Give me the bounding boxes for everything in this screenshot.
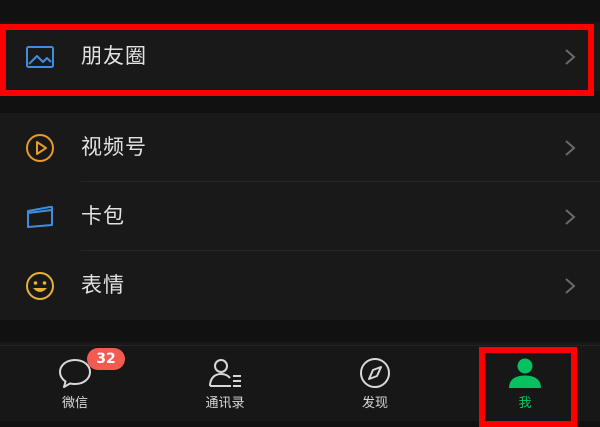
section-divider xyxy=(0,320,600,342)
tab-label: 发现 xyxy=(361,396,388,411)
tab-contacts[interactable]: 通讯录 xyxy=(150,346,300,421)
menu-item-card-wallet[interactable]: 卡包 xyxy=(0,182,600,251)
tab-me[interactable]: 我 xyxy=(450,346,600,421)
chevron-right-icon xyxy=(565,209,576,225)
chevron-right-icon xyxy=(565,278,576,294)
me-icon xyxy=(509,358,541,388)
channels-icon xyxy=(26,134,54,162)
tab-discover[interactable]: 发现 xyxy=(300,346,450,421)
tab-label: 我 xyxy=(518,396,532,411)
menu-item-label: 视频号 xyxy=(81,135,147,159)
sticker-icon xyxy=(26,272,54,300)
menu-item-label: 卡包 xyxy=(81,204,125,228)
tab-label: 微信 xyxy=(61,396,88,411)
tab-label: 通讯录 xyxy=(205,396,245,411)
chevron-right-icon xyxy=(565,49,576,65)
section-divider xyxy=(0,91,600,113)
menu-item-moments[interactable]: 朋友圈 xyxy=(0,22,600,96)
chevron-right-icon xyxy=(565,140,576,156)
menu-item-label: 朋友圈 xyxy=(81,44,147,68)
tab-chats[interactable]: 32 微信 xyxy=(0,346,150,421)
discover-icon xyxy=(360,358,390,388)
unread-badge: 32 xyxy=(87,348,125,370)
contacts-icon xyxy=(209,359,241,387)
card-wallet-icon xyxy=(27,206,53,228)
moments-icon xyxy=(26,46,54,68)
menu-item-channels[interactable]: 视频号 xyxy=(0,113,600,182)
menu-item-label: 表情 xyxy=(81,273,125,297)
menu-item-stickers[interactable]: 表情 xyxy=(0,251,600,320)
bottom-tab-bar: 32 微信 通讯录 发现 我 xyxy=(0,345,600,421)
top-spacer xyxy=(0,0,600,22)
